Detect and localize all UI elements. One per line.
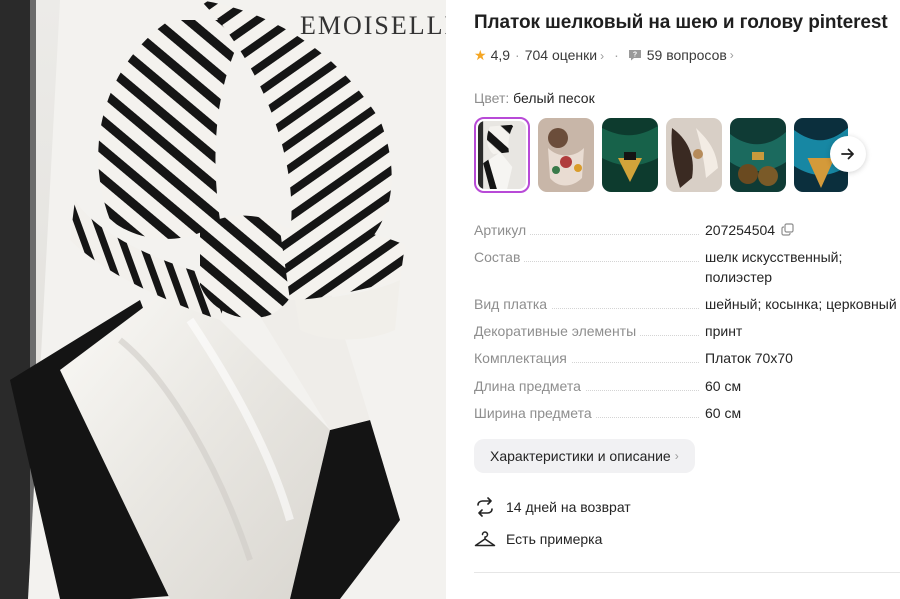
return-arrows-icon [474,496,496,518]
arrow-right-icon [841,148,854,160]
chevron-right-icon: › [674,449,679,463]
spec-key: Декоративные элементы [474,321,641,341]
product-info-panel: Платок шелковый на шею и голову pinteres… [474,0,900,599]
spec-value: 60 см [705,405,742,421]
chevron-right-icon: › [729,48,734,62]
spec-key: Состав [474,247,525,267]
fitting-info: Есть примерка [474,528,602,550]
thumb-4-image [666,118,722,192]
thumb-5-image [730,118,786,192]
spec-value: шейный; косынка; церковный [705,296,897,312]
separator-dot: · [515,47,520,63]
svg-text:?: ? [633,52,637,59]
thumbnail[interactable] [730,118,786,192]
spec-key: Комплектация [474,348,571,368]
copy-icon[interactable] [781,223,794,236]
thumb-3-image [602,118,658,192]
product-main-image[interactable]: EMOISELLE , LOND OVEMBE E.CHANEL.CO LLEP… [0,0,446,599]
spec-value: 207254504 [705,220,900,240]
background-print-text: EMOISELLE [300,11,446,40]
spec-key: Вид платка [474,294,552,314]
divider [474,572,900,573]
color-value: белый песок [513,90,595,106]
article-number[interactable]: 207254504 [705,222,775,238]
thumb-2-image [538,118,594,192]
product-title: Платок шелковый на шею и голову pinteres… [474,12,888,33]
hanger-icon [474,528,496,550]
spec-value: шелк искусственный; полиэстер [705,249,843,285]
color-label: Цвет: [474,90,510,106]
characteristics-button-label: Характеристики и описание [490,448,671,464]
question-bubble-icon: ? [628,50,641,61]
return-text: 14 дней на возврат [506,499,631,515]
questions-count: 59 вопросов [646,47,727,63]
spec-value: Платок 70х70 [705,350,793,366]
thumbnail-selected[interactable] [474,117,530,193]
thumbnail[interactable] [538,118,594,192]
spec-key: Ширина предмета [474,403,596,423]
spec-key: Артикул [474,220,531,240]
characteristics-button[interactable]: Характеристики и описание › [474,439,695,473]
rating-value: 4,9 [490,47,511,63]
rating-row: ★ 4,9 · 704 оценки › · ? 59 вопросов › [474,46,734,64]
thumbnail[interactable] [602,118,658,192]
chevron-right-icon: › [600,49,605,63]
scarf-photo: EMOISELLE , LOND OVEMBE E.CHANEL.CO LLEP… [0,0,446,599]
color-thumbnails [474,117,900,194]
spec-key: Длина предмета [474,376,585,396]
star-icon: ★ [474,46,487,63]
reviews-count: 704 оценки [524,47,598,63]
separator-dot: · [614,47,619,63]
questions-link[interactable]: ? 59 вопросов › [628,47,734,63]
color-row: Цвет: белый песок [474,90,595,106]
reviews-link[interactable]: 704 оценки › [525,47,604,63]
return-info: 14 дней на возврат [474,496,631,518]
fitting-text: Есть примерка [506,531,603,547]
next-thumbnails-button[interactable] [830,136,866,172]
spec-value: принт [705,323,743,339]
spec-value: 60 см [705,378,742,394]
thumbnail[interactable] [666,118,722,192]
thumb-1-image [478,121,526,189]
